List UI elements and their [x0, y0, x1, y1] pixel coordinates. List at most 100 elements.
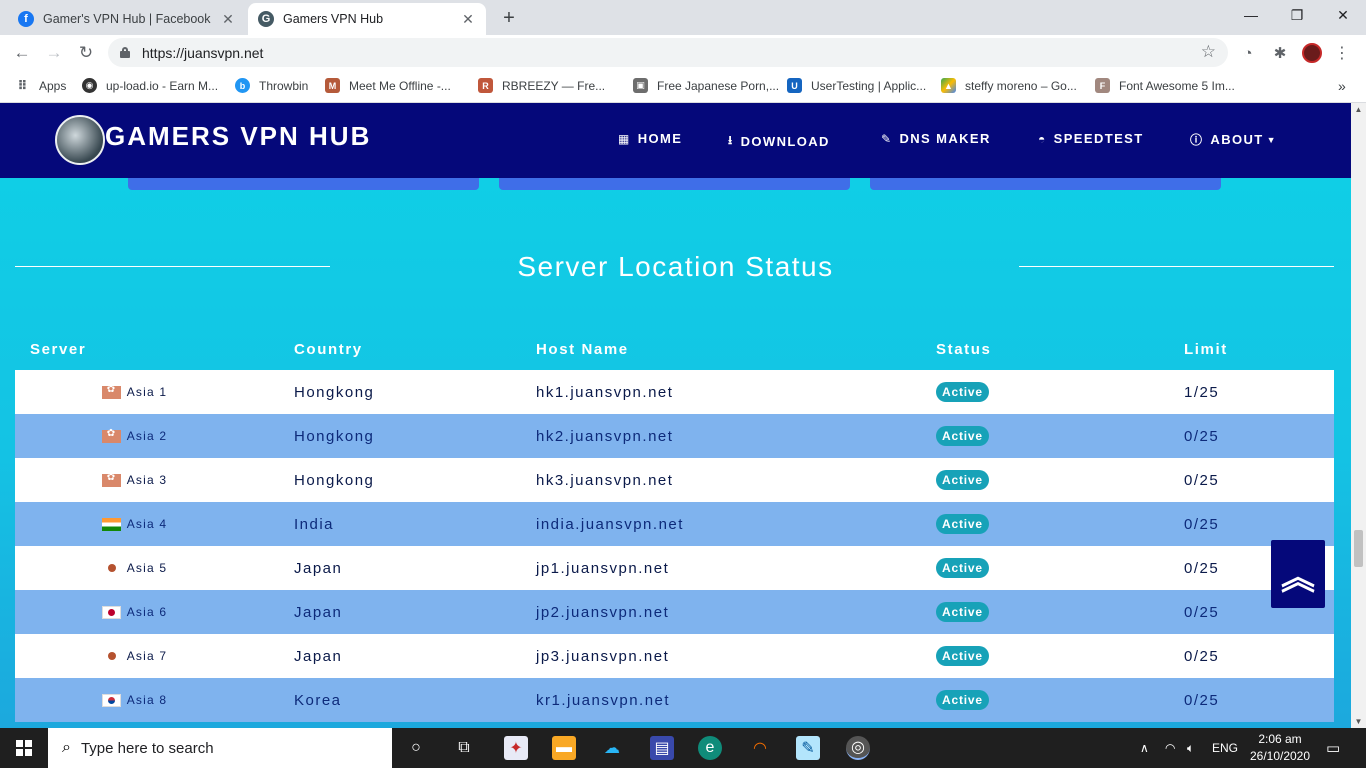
wifi-icon[interactable]: ◠ [1165, 728, 1175, 768]
language-indicator[interactable]: ENG [1212, 728, 1238, 768]
bookmark-usertesting[interactable]: U UserTesting | Applic... [787, 78, 926, 93]
tab-gamers-vpn-hub[interactable]: G Gamers VPN Hub ✕ [248, 3, 486, 35]
chrome-browser-icon[interactable]: ◎ [846, 736, 870, 760]
search-icon: ⌕ [62, 739, 71, 756]
performance-extension-icon[interactable]: ◔ [1238, 43, 1258, 63]
network-app-icon[interactable]: ☁ [600, 736, 624, 760]
country-flag-icon [101, 384, 121, 399]
address-bar[interactable]: https://juansvpn.net ☆ [108, 38, 1228, 67]
google-drive-icon: ▲ [941, 78, 956, 93]
country-flag-icon [101, 472, 121, 487]
bookmark-meetme[interactable]: M Meet Me Offline -... [325, 78, 451, 93]
forward-button[interactable]: → [42, 41, 66, 65]
status-cell: Active [936, 458, 1184, 502]
nav-about[interactable]: ⓘ ABOUT ▼ [1190, 131, 1277, 148]
bookmark-apps[interactable]: ⠿ Apps [15, 78, 66, 93]
system-app-icon[interactable]: ▤ [650, 736, 674, 760]
country-cell: Korea [294, 678, 536, 722]
site-logo-text[interactable]: GAMERS VPN HUB [105, 121, 371, 152]
site-navbar: GAMERS VPN HUB ▦ HOME ⭳ DOWNLOAD ✎ DNS M… [0, 103, 1351, 178]
task-view-icon[interactable]: ⧉ [452, 736, 476, 760]
bookmark-google-drive[interactable]: ▲ steffy moreno – Go... [941, 78, 1077, 93]
nav-download[interactable]: ⭳ DOWNLOAD [728, 131, 830, 152]
new-tab-button[interactable]: + [498, 7, 520, 30]
server-label: Asia 6 [15, 605, 294, 619]
column-header-host-name: Host Name [536, 340, 629, 358]
system-clock[interactable]: 2:06 am 26/10/2020 [1242, 731, 1318, 765]
bookmarks-bar: ⠿ Apps ◉ up-load.io - Earn M... b Throwb… [0, 70, 1366, 103]
throwbin-icon: b [235, 78, 250, 93]
vpn-app-icon[interactable]: ◠ [748, 736, 772, 760]
back-button[interactable]: ← [10, 41, 34, 65]
edge-browser-icon[interactable]: e [698, 736, 722, 760]
gamers-vpn-favicon-icon: G [258, 11, 274, 27]
host-name-cell: jp2.juansvpn.net [536, 590, 936, 634]
double-chevron-up-icon: ︽ [1281, 558, 1315, 597]
nav-dns-maker[interactable]: ✎ DNS MAKER [881, 131, 991, 146]
close-window-button[interactable]: ✕ [1320, 0, 1366, 30]
limit-cell: 0/25 [1184, 414, 1334, 458]
volume-icon[interactable]: 🔈︎ [1187, 728, 1194, 768]
menu-kebab-icon[interactable]: ⋮ [1332, 43, 1352, 63]
bookmark-throwbin[interactable]: b Throwbin [235, 78, 308, 93]
bookmark-rbreezy[interactable]: R RBREEZY — Fre... [478, 78, 605, 93]
country-flag-icon [102, 650, 121, 663]
tab-strip: f Gamer's VPN Hub | Facebook ✕ G Gamers … [0, 0, 1366, 35]
page-scrollbar[interactable]: ▲ ▼ [1351, 103, 1366, 728]
status-badge: Active [936, 470, 989, 490]
nav-home[interactable]: ▦ HOME [618, 131, 682, 146]
server-cell: Asia 5 [15, 546, 294, 590]
minimize-button[interactable]: — [1228, 0, 1274, 30]
server-cell: Asia 7 [15, 634, 294, 678]
site-icon: ▣ [633, 78, 648, 93]
taskbar-search-box[interactable]: ⌕ Type here to search [48, 728, 392, 768]
feature-card-bottom [128, 178, 479, 190]
country-cell: India [294, 502, 536, 546]
bookmark-site[interactable]: ▣ Free Japanese Porn,... [633, 78, 779, 93]
site-logo-image[interactable] [55, 115, 105, 165]
upload-site-icon: ◉ [82, 78, 97, 93]
host-name-cell: india.juansvpn.net [536, 502, 936, 546]
bookmarks-overflow-button[interactable]: » [1338, 78, 1346, 94]
show-hidden-icons-button[interactable]: ∧ [1140, 728, 1149, 768]
bookmark-star-icon[interactable]: ☆ [1201, 42, 1216, 62]
table-row: Asia 6 Japan jp2.juansvpn.net Active 0/25 [15, 590, 1334, 634]
extensions-puzzle-icon[interactable]: ✱ [1270, 43, 1290, 63]
close-tab-icon[interactable]: ✕ [220, 11, 236, 28]
country-flag-icon [101, 693, 121, 707]
close-tab-icon[interactable]: ✕ [460, 11, 476, 28]
status-cell: Active [936, 502, 1184, 546]
server-cell: Asia 6 [15, 590, 294, 634]
bookmark-fontawesome[interactable]: F Font Awesome 5 Im... [1095, 78, 1235, 93]
server-label: Asia 8 [15, 693, 294, 707]
server-label: Asia 2 [15, 428, 294, 443]
status-badge: Active [936, 426, 989, 446]
country-cell: Japan [294, 546, 536, 590]
start-button[interactable] [0, 728, 48, 768]
scroll-to-top-button[interactable]: ︽ [1271, 540, 1325, 608]
server-cell: Asia 4 [15, 502, 294, 546]
tab-facebook[interactable]: f Gamer's VPN Hub | Facebook ✕ [8, 3, 246, 35]
app-icon[interactable]: ✦ [504, 736, 528, 760]
server-label: Asia 5 [15, 561, 294, 575]
scroll-down-arrow-icon[interactable]: ▼ [1351, 717, 1366, 726]
nav-speedtest[interactable]: ◓ SPEEDTEST [1038, 131, 1144, 146]
title-divider-right [1019, 266, 1334, 267]
notepad-icon[interactable]: ✎ [796, 736, 820, 760]
scrollbar-thumb[interactable] [1354, 530, 1363, 567]
info-circle-icon: ⓘ [1190, 133, 1204, 147]
facebook-icon: f [18, 11, 34, 27]
profile-avatar[interactable] [1302, 43, 1322, 63]
scroll-up-arrow-icon[interactable]: ▲ [1351, 105, 1366, 114]
country-cell: Hongkong [294, 458, 536, 502]
bookmark-upload[interactable]: ◉ up-load.io - Earn M... [82, 78, 218, 93]
host-name-cell: kr1.juansvpn.net [536, 678, 936, 722]
cortana-icon[interactable]: ○ [404, 736, 428, 760]
maximize-button[interactable]: ❐ [1274, 0, 1320, 30]
reload-button[interactable]: ↻ [74, 41, 98, 65]
file-explorer-icon[interactable]: ▬ [552, 736, 576, 760]
server-label: Asia 1 [15, 384, 294, 399]
lock-icon [120, 47, 130, 58]
table-row: Asia 1Hongkonghk1.juansvpn.netActive 1/25 [15, 370, 1334, 414]
notifications-icon[interactable]: ▭ [1326, 728, 1340, 768]
